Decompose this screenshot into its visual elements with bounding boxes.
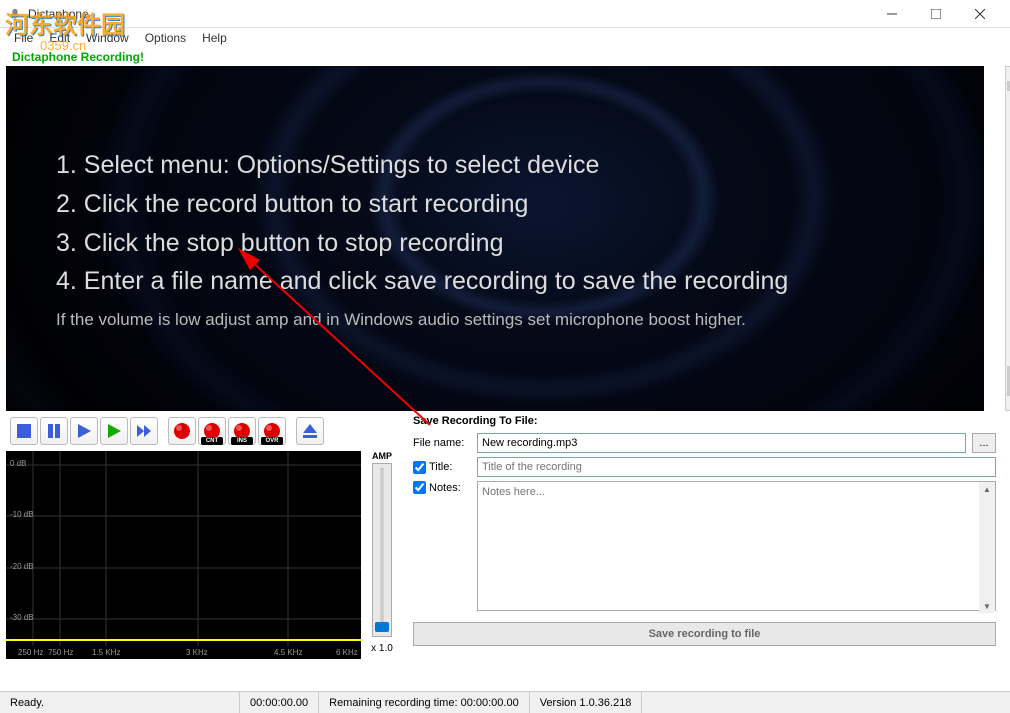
menu-window[interactable]: Window [80,29,135,47]
scroll-down-icon[interactable]: ▼ [979,599,995,613]
record-ovr-button[interactable]: OVR [258,417,286,445]
app-icon [8,7,22,21]
instruction-line: 3. Click the stop button to stop recordi… [56,224,788,263]
title-input[interactable] [477,457,996,477]
filename-label: File name: [413,437,471,449]
amp-slider[interactable] [372,463,392,637]
status-ready: Ready. [0,692,240,713]
instructions-text: 1. Select menu: Options/Settings to sele… [56,146,788,333]
statusbar: Ready. 00:00:00.00 Remaining recording t… [0,691,1010,713]
hz-label: 3 KHz [186,648,208,657]
viz-scrollbar[interactable]: ▲ ▼ [1005,66,1010,411]
eject-button[interactable] [296,417,324,445]
notes-textarea[interactable] [477,481,996,611]
record-cnt-button[interactable]: CNT [198,417,226,445]
hz-label: 250 Hz [18,648,43,657]
title-label: Title: [429,461,452,473]
pause-button[interactable] [40,417,68,445]
recording-status: Dictaphone Recording! [0,48,1010,66]
close-button[interactable] [958,0,1002,28]
visualization-panel: 1. Select menu: Options/Settings to sele… [6,66,984,411]
amp-label: AMP [372,451,392,461]
hz-label: 6 KHz [336,648,358,657]
save-recording-button[interactable]: Save recording to file [413,622,996,646]
title-checkbox[interactable] [413,461,426,474]
db-label: -20 dB [10,562,34,571]
minimize-button[interactable] [870,0,914,28]
titlebar: Dictaphone [0,0,1010,28]
instruction-line: 4. Enter a file name and click save reco… [56,262,788,301]
menubar: File Edit Window Options Help [0,28,1010,48]
menu-options[interactable]: Options [139,29,192,47]
status-version: Version 1.0.36.218 [530,692,643,713]
maximize-button[interactable] [914,0,958,28]
instruction-sub: If the volume is low adjust amp and in W… [56,307,788,333]
save-panel: Save Recording To File: File name: ... T… [405,411,1004,652]
record-ins-button[interactable]: INS [228,417,256,445]
hz-label: 1.5 KHz [92,648,120,657]
db-label: 0 dB [10,459,26,468]
play-button[interactable] [70,417,98,445]
db-label: -10 dB [10,510,34,519]
browse-button[interactable]: ... [972,433,996,453]
hz-label: 4.5 KHz [274,648,302,657]
scroll-up-icon[interactable]: ▲ [1006,67,1010,81]
spectrum-analyzer: 0 dB -10 dB -20 dB -30 dB 250 Hz 750 Hz … [6,451,361,659]
notes-scrollbar[interactable]: ▲ ▼ [979,482,995,613]
notes-checkbox[interactable] [413,481,426,494]
scroll-up-icon[interactable]: ▲ [979,482,995,496]
db-label: -30 dB [10,613,34,622]
menu-file[interactable]: File [8,29,39,47]
status-remaining: Remaining recording time: 00:00:00.00 [319,692,530,713]
scroll-down-icon[interactable]: ▼ [1006,396,1010,410]
play-green-button[interactable] [100,417,128,445]
stop-button[interactable] [10,417,38,445]
save-panel-header: Save Recording To File: [413,411,996,433]
menu-edit[interactable]: Edit [43,29,76,47]
amp-slider-thumb[interactable] [375,622,389,632]
hz-label: 750 Hz [48,648,73,657]
filename-input[interactable] [477,433,966,453]
notes-label: Notes: [429,482,461,494]
instruction-line: 1. Select menu: Options/Settings to sele… [56,146,788,185]
menu-help[interactable]: Help [196,29,233,47]
record-button[interactable] [168,417,196,445]
instruction-line: 2. Click the record button to start reco… [56,185,788,224]
fast-forward-button[interactable] [130,417,158,445]
spectrum-trace [6,639,361,641]
status-time: 00:00:00.00 [240,692,319,713]
amp-value: x 1.0 [371,643,393,654]
window-title: Dictaphone [28,7,870,21]
